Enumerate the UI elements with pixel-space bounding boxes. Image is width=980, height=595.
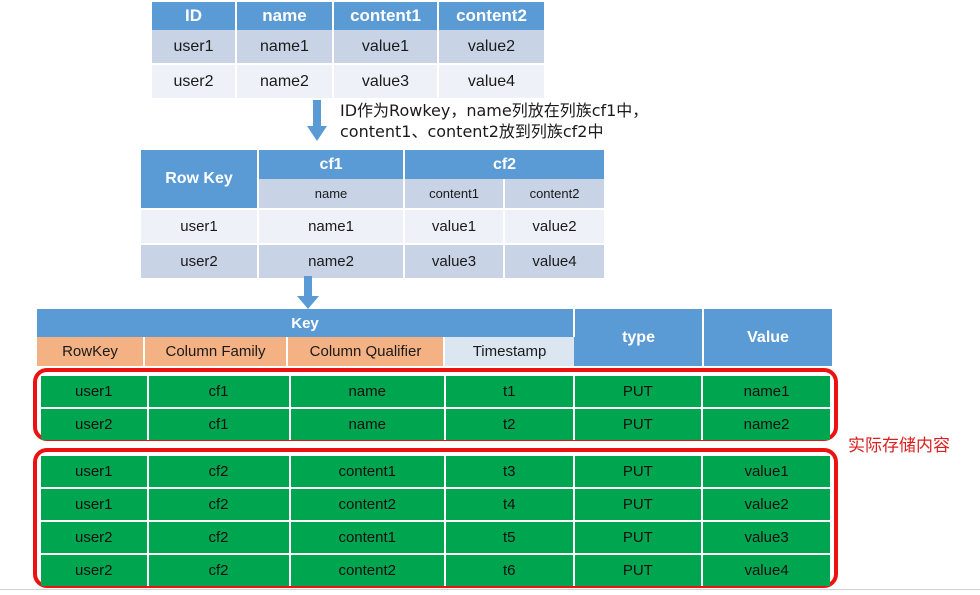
cell: t1 — [444, 376, 575, 409]
table-row: user2 cf1 name t2 PUT name2 — [41, 408, 830, 440]
table-row: user2 name2 value3 value4 — [152, 64, 544, 100]
cell: t4 — [444, 488, 575, 522]
column-header-column-family: Column Family — [144, 337, 288, 366]
column-header-rowkey: Row Key — [141, 150, 259, 210]
column-header-type: type — [574, 309, 705, 366]
qualifier-header-content1: content1 — [404, 179, 505, 210]
cell: content1 — [289, 521, 446, 555]
cell: PUT — [573, 488, 704, 522]
cell: cf2 — [147, 521, 291, 555]
cell: cf2 — [147, 554, 291, 586]
table-row: user1 cf2 content1 t3 PUT value1 — [41, 456, 830, 489]
source-relational-table: ID name content1 content2 user1 name1 va… — [152, 2, 544, 100]
cell: name1 — [258, 209, 405, 245]
cell: cf2 — [147, 488, 291, 522]
table-row: user2 cf2 content1 t5 PUT value3 — [41, 521, 830, 555]
cell: user1 — [41, 488, 149, 522]
arrow-down-icon — [296, 276, 320, 310]
cell: content2 — [289, 554, 446, 586]
table-row: user1 name1 value1 value2 — [141, 209, 604, 245]
cell: t3 — [444, 456, 575, 489]
table-row: user1 cf2 content2 t4 PUT value2 — [41, 488, 830, 522]
storage-annotation-label: 实际存储内容 — [848, 436, 950, 456]
column-header-key: Key — [37, 309, 576, 337]
cell: t2 — [444, 408, 575, 440]
qualifier-header-name: name — [258, 179, 405, 210]
column-family-table: Row Key cf1 cf2 name content1 content2 u… — [141, 150, 604, 280]
cell: name1 — [236, 30, 334, 65]
qualifier-header-content2: content2 — [504, 179, 604, 210]
mapping-caption: ID作为Rowkey，name列放在列族cf1中， content1、conte… — [340, 101, 649, 141]
table-row: user2 name2 value3 value4 — [141, 244, 604, 280]
cell: value3 — [702, 521, 830, 555]
cell: user1 — [41, 376, 149, 409]
column-header-column-qualifier: Column Qualifier — [287, 337, 445, 366]
cell: user1 — [41, 456, 149, 489]
cell: PUT — [573, 408, 704, 440]
column-header-cf1: cf1 — [258, 150, 405, 179]
column-header-content1: content1 — [333, 2, 439, 30]
cell: value4 — [702, 554, 830, 586]
column-header-name: name — [236, 2, 334, 30]
cell: PUT — [573, 554, 704, 586]
cell: value1 — [333, 30, 439, 65]
cell: name2 — [702, 408, 830, 440]
cell: user1 — [152, 30, 237, 65]
cell: name2 — [258, 244, 405, 280]
column-header-timestamp: Timestamp — [444, 337, 575, 366]
cell: t5 — [444, 521, 575, 555]
cell: cf2 — [147, 456, 291, 489]
cell: user2 — [41, 521, 149, 555]
column-header-id: ID — [152, 2, 237, 30]
column-header-rowkey: RowKey — [37, 337, 145, 366]
cell: value1 — [702, 456, 830, 489]
cell: PUT — [573, 521, 704, 555]
cell: user2 — [41, 408, 149, 440]
cell: value3 — [404, 244, 505, 280]
cell: value2 — [504, 209, 604, 245]
cell: value4 — [438, 64, 544, 100]
cell: value2 — [702, 488, 830, 522]
cell: value4 — [504, 244, 604, 280]
column-header-cf2: cf2 — [404, 150, 604, 179]
cell: value2 — [438, 30, 544, 65]
cell: user2 — [41, 554, 149, 586]
cell: t6 — [444, 554, 575, 586]
cell: name — [289, 376, 446, 409]
cell: value1 — [404, 209, 505, 245]
column-header-value: Value — [703, 309, 833, 366]
cell: user1 — [141, 209, 259, 245]
highlighted-cf2-rows: user1 cf2 content1 t3 PUT value1 user1 c… — [33, 448, 838, 588]
cell: PUT — [573, 376, 704, 409]
cell: cf1 — [147, 408, 291, 440]
keyvalue-storage-header: Key type Value RowKey Column Family Colu… — [37, 309, 833, 366]
table-row: user1 name1 value1 value2 — [152, 30, 544, 65]
cell: cf1 — [147, 376, 291, 409]
bottom-divider — [0, 589, 980, 590]
cell: content2 — [289, 488, 446, 522]
table-header-row: ID name content1 content2 — [152, 2, 544, 30]
cell: name2 — [236, 64, 334, 100]
table-header-row-families: Row Key cf1 cf2 — [141, 150, 604, 210]
table-header-row-key-group: Key type Value — [37, 309, 833, 366]
column-header-content2: content2 — [438, 2, 544, 30]
cell: user2 — [152, 64, 237, 100]
cell: name — [289, 408, 446, 440]
arrow-down-icon — [306, 100, 328, 142]
cell: PUT — [573, 456, 704, 489]
highlighted-cf1-rows: user1 cf1 name t1 PUT name1 user2 cf1 na… — [33, 368, 838, 441]
cell: name1 — [702, 376, 830, 409]
cell: content1 — [289, 456, 446, 489]
diagram-canvas: ID name content1 content2 user1 name1 va… — [0, 0, 980, 595]
cell: value3 — [333, 64, 439, 100]
cell: user2 — [141, 244, 259, 280]
table-row: user1 cf1 name t1 PUT name1 — [41, 376, 830, 409]
table-row: user2 cf2 content2 t6 PUT value4 — [41, 554, 830, 586]
